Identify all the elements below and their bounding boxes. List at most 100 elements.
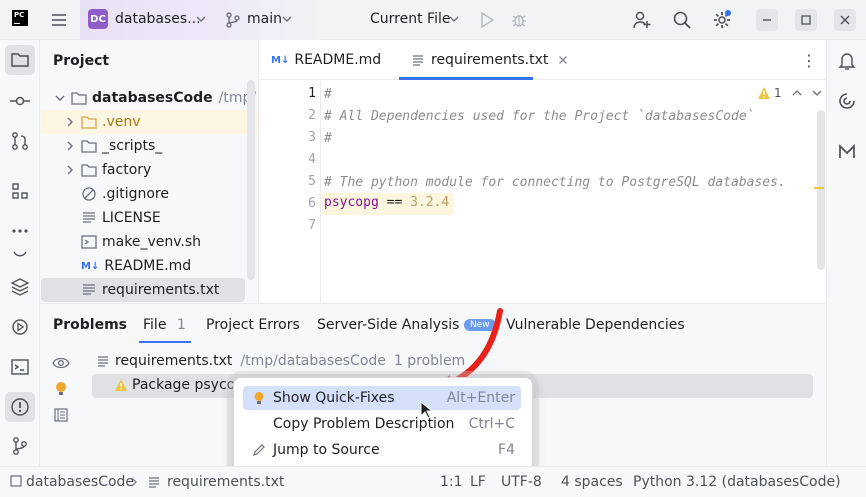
code-line[interactable]: # All Dependencies used for the Project … <box>324 109 754 124</box>
caret-position[interactable]: 1:1 <box>440 474 463 490</box>
editor: M↓ README.md requirements.txt ⋮ 1 1 2 3 … <box>258 40 827 302</box>
project-badge[interactable]: DC <box>88 9 108 29</box>
python-packages-icon[interactable] <box>9 244 31 266</box>
run-icon[interactable] <box>478 11 496 29</box>
tree-item-label: requirements.txt <box>102 282 220 298</box>
more-tools-icon[interactable] <box>9 220 31 242</box>
warning-stripe-marker[interactable] <box>814 187 824 189</box>
tab-readme[interactable]: M↓ README.md <box>271 40 381 80</box>
shell-script-icon <box>81 234 97 250</box>
tree-item-readme[interactable]: M↓ README.md <box>41 254 257 278</box>
tree-root[interactable]: databasesCode /tmp/databa <box>41 86 257 110</box>
problem-file-row[interactable]: requirements.txt /tmp/databasesCode 1 pr… <box>96 353 465 369</box>
markdown-preview-icon[interactable] <box>836 141 858 163</box>
code-line[interactable]: # The python module for connecting to Po… <box>324 175 786 190</box>
tree-item-requirements[interactable]: requirements.txt <box>41 278 245 302</box>
left-tool-window-bar <box>0 40 40 466</box>
debug-icon[interactable] <box>510 11 528 29</box>
structure-icon[interactable] <box>9 180 31 202</box>
ai-assistant-icon[interactable] <box>836 90 858 112</box>
line-ending[interactable]: LF <box>470 474 486 490</box>
tab-vulnerable-dependencies[interactable]: Vulnerable Dependencies <box>506 317 685 333</box>
hamburger-icon[interactable] <box>50 11 68 29</box>
git-icon[interactable] <box>9 435 31 457</box>
version-operator: == <box>386 195 403 210</box>
gitignore-file-icon <box>81 186 97 202</box>
close-tab-icon[interactable] <box>558 55 568 65</box>
chevron-right-icon[interactable] <box>65 165 75 175</box>
editor-scrollbar[interactable] <box>817 110 825 270</box>
tree-item-label: _scripts_ <box>102 138 163 154</box>
tab-menu-icon[interactable]: ⋮ <box>801 40 817 80</box>
tab-project-errors[interactable]: Project Errors <box>206 317 300 333</box>
chevron-down-icon[interactable] <box>55 93 65 103</box>
chevron-down-icon[interactable] <box>282 14 292 24</box>
python-interpreter[interactable]: Python 3.12 (databasesCode) <box>633 474 841 490</box>
tree-item-gitignore[interactable]: .gitignore <box>41 182 257 206</box>
folder-icon <box>71 91 87 105</box>
branch-name[interactable]: main <box>247 11 282 27</box>
code-line-package[interactable]: psycopg == 3.2.4 <box>324 195 449 210</box>
services-icon[interactable] <box>9 316 31 338</box>
chevron-down-icon[interactable] <box>812 88 822 98</box>
project-tool-window: Project databasesCode /tmp/databa .venv … <box>41 40 257 302</box>
tree-item-venv[interactable]: .venv <box>41 110 257 134</box>
problems-icon[interactable] <box>5 392 35 422</box>
menu-item-shortcut: Alt+Enter <box>446 390 515 406</box>
tree-item-make-venv[interactable]: make_venv.sh <box>41 230 257 254</box>
menu-item-label: Show Quick-Fixes <box>273 390 395 406</box>
package-name: psycopg <box>324 195 379 210</box>
gear-icon[interactable] <box>711 9 733 31</box>
tree-item-factory[interactable]: factory <box>41 158 257 182</box>
inspection-widget[interactable]: 1 <box>757 86 822 100</box>
indent-setting[interactable]: 4 spaces <box>561 474 623 490</box>
chevron-right-icon[interactable] <box>65 117 75 127</box>
close-icon[interactable] <box>834 9 856 31</box>
run-config-selector[interactable]: Current File <box>370 11 450 27</box>
tree-item-label: .venv <box>102 114 141 130</box>
layers-icon[interactable] <box>9 276 31 298</box>
folder-icon <box>81 139 97 153</box>
preview-panel-icon[interactable] <box>54 408 68 422</box>
code-line[interactable]: # <box>324 131 332 146</box>
branch-icon[interactable] <box>225 11 241 29</box>
menu-item-jump-to-source[interactable]: Jump to Source F4 <box>243 438 521 462</box>
tab-requirements[interactable]: requirements.txt <box>411 40 568 80</box>
chevron-down-icon[interactable] <box>196 14 206 24</box>
terminal-icon[interactable] <box>9 356 31 378</box>
text-file-icon <box>81 210 97 226</box>
right-tool-window-bar <box>826 40 866 466</box>
chevron-down-icon[interactable] <box>449 14 459 24</box>
line-number-gutter: 1 2 3 4 5 6 7 <box>259 81 321 302</box>
search-icon[interactable] <box>672 10 692 30</box>
app-logo: PC <box>12 10 28 26</box>
file-encoding[interactable]: UTF-8 <box>501 474 542 490</box>
breadcrumb-file[interactable]: requirements.txt <box>167 474 284 490</box>
active-tab-indicator <box>139 341 191 343</box>
tree-item-scripts[interactable]: _scripts_ <box>41 134 257 158</box>
text-file-icon <box>81 282 97 298</box>
chevron-up-icon[interactable] <box>792 88 802 98</box>
pull-request-icon[interactable] <box>9 130 31 152</box>
maximize-icon[interactable] <box>795 9 817 31</box>
minimize-icon[interactable] <box>756 9 778 31</box>
chevron-right-icon[interactable] <box>65 141 75 151</box>
breadcrumb-project[interactable]: databasesCode <box>26 474 134 490</box>
menu-item-show-quick-fixes[interactable]: Show Quick-Fixes Alt+Enter <box>243 386 521 410</box>
tree-item-license[interactable]: LICENSE <box>41 206 257 230</box>
tab-file[interactable]: File 1 <box>143 317 186 333</box>
eye-icon[interactable] <box>52 356 70 370</box>
pencil-icon <box>249 443 269 457</box>
project-folder-icon[interactable] <box>5 45 35 75</box>
bulb-icon[interactable] <box>54 381 68 397</box>
code-line[interactable]: # <box>324 87 332 102</box>
menu-item-label: Jump to Source <box>273 442 380 458</box>
commit-icon[interactable] <box>9 90 31 112</box>
project-scrollbar[interactable] <box>247 80 255 280</box>
project-name[interactable]: databases... <box>115 11 201 27</box>
notifications-icon[interactable] <box>836 50 858 72</box>
menu-item-copy-description[interactable]: Copy Problem Description Ctrl+C <box>243 412 521 436</box>
add-user-icon[interactable] <box>632 10 652 30</box>
tree-item-label: .gitignore <box>102 186 169 202</box>
folder-icon <box>81 115 97 129</box>
